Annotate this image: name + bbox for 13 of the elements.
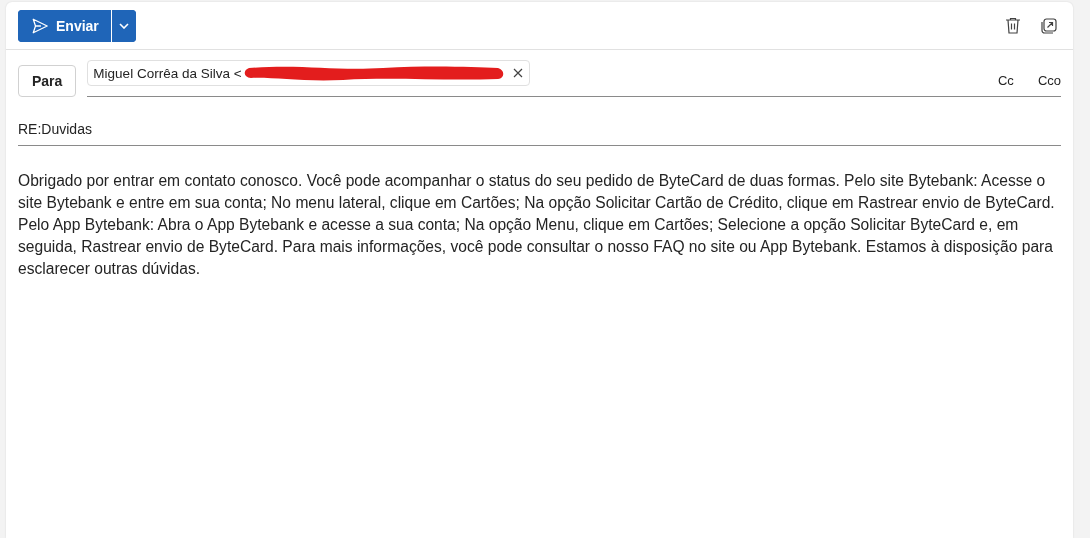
cc-button[interactable]: Cc <box>998 72 1014 88</box>
to-field[interactable]: Miguel Corrêa da Silva < Cc Cco <box>87 64 1061 97</box>
recipient-chip[interactable]: Miguel Corrêa da Silva < <box>87 60 530 86</box>
close-icon <box>512 68 523 78</box>
pop-out-icon <box>1041 17 1057 34</box>
message-body: Obrigado por entrar em contato conosco. Você pode acompanhar o status do seu pedido de ByteCard de duas formas. Pelo site Bytebank: Acesse o site Bytebank e entre em sua conta; No menu lateral, clique em Cartões; Na opção Solicitar Cartão de Crédito, clique em Rastrear envio de ByteCard. Pelo App Bytebank: Abra o App Bytebank e acesse a sua conta; Na opção Menu, clique em Cartões; Selecione a opção Solicitar ByteCard e, em seguida, Rastrear envio de ByteCard. Para mais informações, você pode consultar o nosso FAQ no site ou App Bytebank. Estamos à disposição para esclarecer outras dúvidas. <box>18 171 1056 279</box>
send-button[interactable]: Enviar <box>18 9 112 42</box>
to-button[interactable]: Para <box>18 64 77 97</box>
send-icon <box>31 16 49 35</box>
chevron-down-icon <box>118 22 129 29</box>
recipient-name: Miguel Corrêa da Silva < <box>93 65 242 81</box>
bcc-button[interactable]: Cco <box>1037 72 1061 88</box>
trash-icon <box>1005 17 1021 34</box>
